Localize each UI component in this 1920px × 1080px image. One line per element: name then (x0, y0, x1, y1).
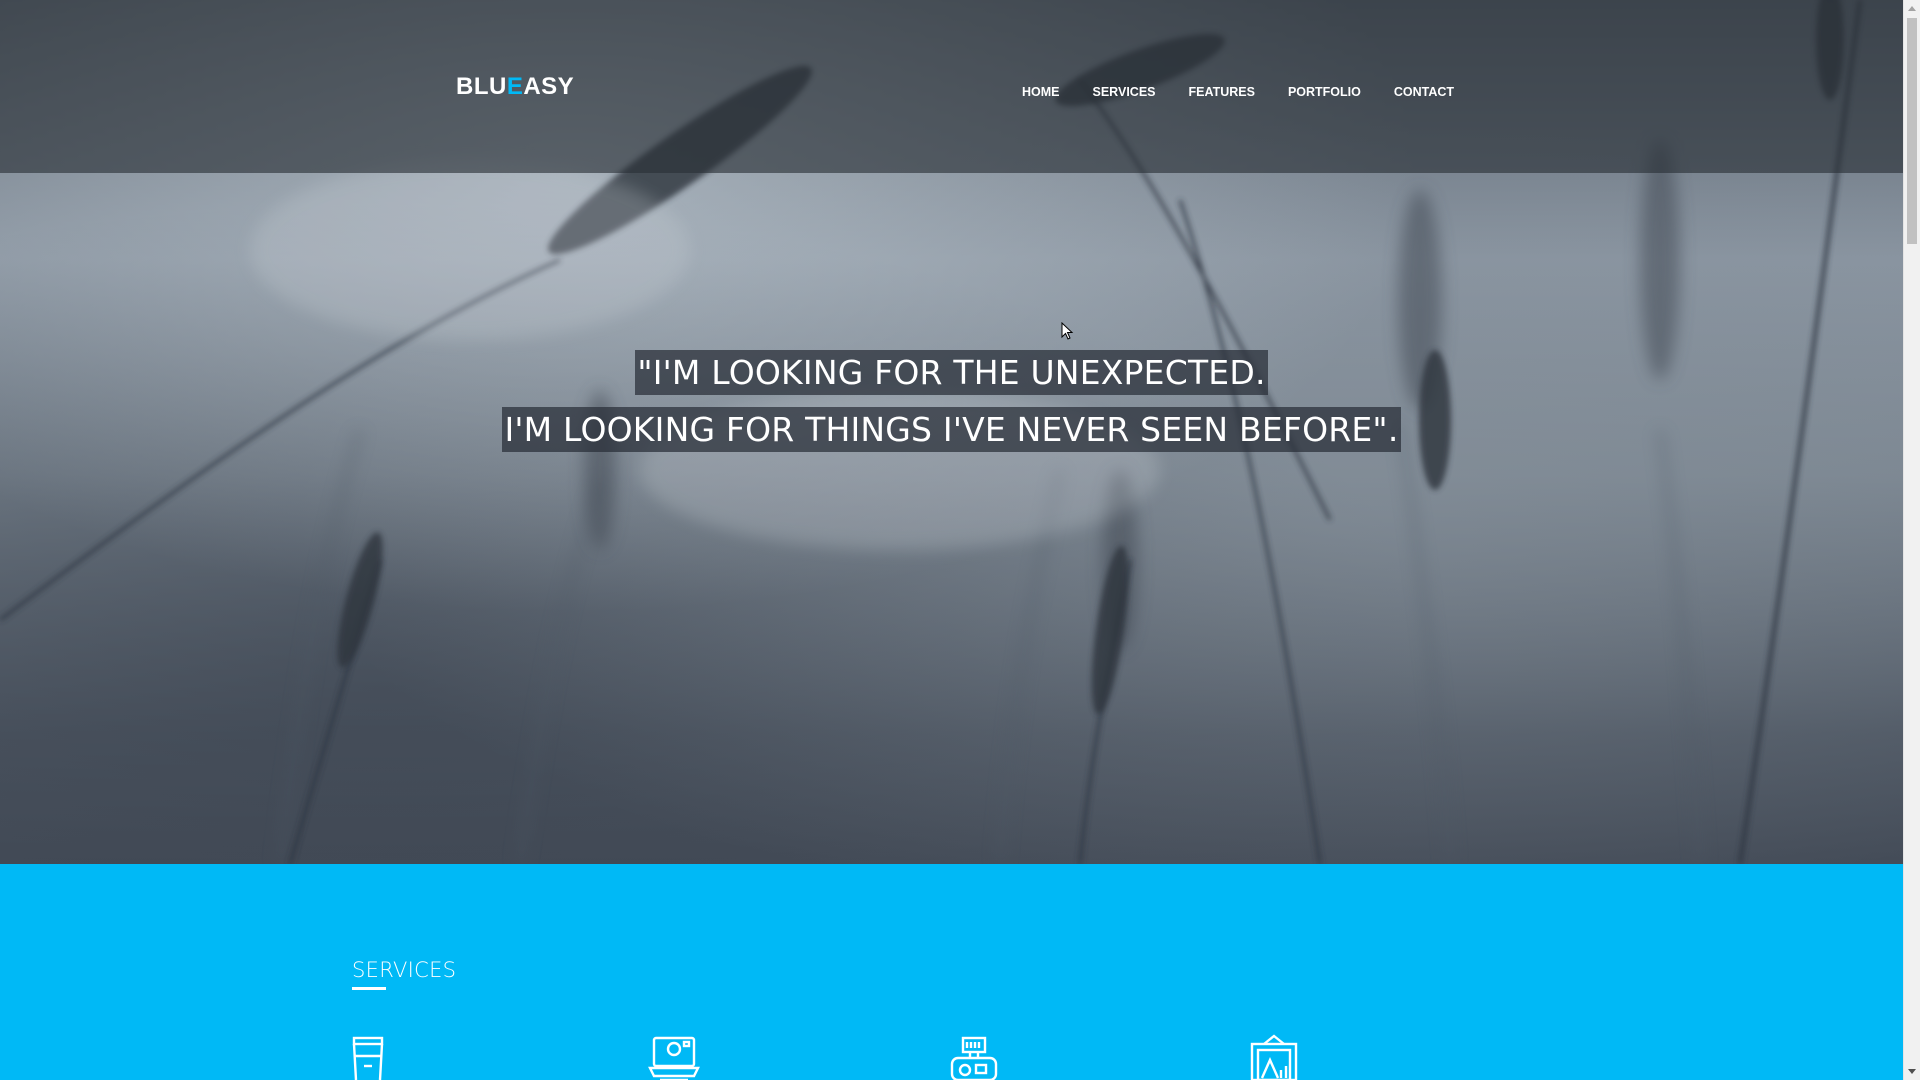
main-nav: HOME SERVICES FEATURES PORTFOLIO CONTACT (1022, 85, 1487, 99)
scroll-down-arrow-icon[interactable] (1908, 1069, 1916, 1074)
hero-quote-line-2: I'M LOOKING FOR THINGS I'VE NEVER SEEN B… (502, 407, 1401, 452)
picture-frame-icon (1250, 1034, 1298, 1080)
hero-quote-line-1: "I'M LOOKING FOR THE UNEXPECTED. (635, 350, 1268, 395)
logo-text-accent: E (506, 73, 524, 100)
polaroid-camera-icon (648, 1036, 700, 1080)
services-section: SERVICES (0, 864, 1903, 1080)
hero-quote: "I'M LOOKING FOR THE UNEXPECTED. I'M LOO… (0, 350, 1903, 464)
hero-section: BLUEASY HOME SERVICES FEATURES PORTFOLIO… (0, 0, 1903, 864)
scrollbar-thumb[interactable] (1907, 18, 1917, 244)
brand-logo[interactable]: BLUEASY (456, 73, 574, 101)
page: BLUEASY HOME SERVICES FEATURES PORTFOLIO… (0, 0, 1903, 1080)
nav-item-services[interactable]: SERVICES (1093, 85, 1156, 99)
nav-item-features[interactable]: FEATURES (1189, 85, 1255, 99)
nav-item-home[interactable]: HOME (1022, 85, 1060, 99)
coffee-cup-icon (352, 1036, 384, 1080)
camera-gear-icon (950, 1036, 998, 1080)
nav-item-contact[interactable]: CONTACT (1394, 85, 1454, 99)
nav-item-portfolio[interactable]: PORTFOLIO (1288, 85, 1361, 99)
logo-text-part2: ASY (523, 73, 575, 100)
logo-text-part1: BLU (456, 73, 507, 100)
services-title: SERVICES (352, 958, 457, 982)
vertical-scrollbar[interactable] (1903, 0, 1920, 1080)
mouse-cursor-icon (1061, 322, 1074, 340)
scroll-up-arrow-icon[interactable] (1908, 6, 1916, 11)
services-title-underline (352, 987, 386, 990)
navbar: BLUEASY HOME SERVICES FEATURES PORTFOLIO… (0, 0, 1903, 173)
